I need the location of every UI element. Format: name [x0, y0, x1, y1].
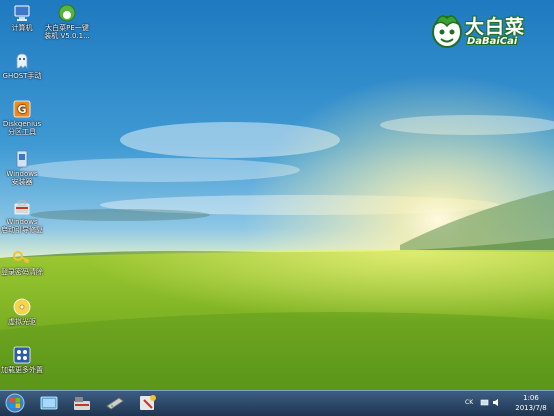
windows-installer-icon: [16, 150, 28, 168]
ghost-icon: [16, 53, 28, 69]
cd-icon: [13, 298, 31, 316]
taskbar-drive-icon[interactable]: [104, 393, 126, 413]
brand-name: 大白菜: [465, 16, 526, 38]
computer-icon: [14, 5, 30, 21]
desktop-wallpaper: [0, 0, 554, 415]
desktop-icon-load-more-tools[interactable]: 加载更多外置: [0, 346, 44, 374]
clock-time: 1:06: [523, 394, 539, 402]
taskbar-tools-icon[interactable]: [137, 393, 159, 413]
cabbage-icon: [58, 4, 76, 22]
desktop-icon-password-clear[interactable]: 登录密码清除: [0, 248, 44, 276]
desktop-icon-label: Diskgenius 分区工具: [2, 120, 42, 136]
desktop-icon-label: 大白菜PE一键 装机 V5.0.1...: [44, 24, 90, 40]
desktop-icon-diskgenius[interactable]: G Diskgenius 分区工具: [0, 100, 44, 136]
toolbox-icon: [14, 200, 30, 215]
clock-date: 2013/7/8: [515, 404, 547, 412]
desktop-icon-label: 虚拟光驱: [8, 318, 36, 326]
desktop-icon-windows-installer[interactable]: Windows 安装器: [0, 150, 44, 186]
diskgenius-icon: G: [13, 100, 31, 118]
desktop-icon-dabaicai-pe-onekey[interactable]: 大白菜PE一键 装机 V5.0.1...: [42, 4, 92, 40]
desktop-icon-label: GHOST手动: [2, 72, 42, 80]
taskbar-explorer-icon[interactable]: [38, 393, 60, 413]
svg-text:G: G: [17, 103, 26, 116]
desktop-icon-label: Windows 启动引导修复: [1, 218, 43, 234]
desktop-icon-computer[interactable]: 计算机: [0, 4, 44, 32]
tray-volume-icon[interactable]: [492, 398, 501, 407]
desktop-icon-label: 计算机: [11, 24, 33, 32]
dabaicai-logo: 大白菜 DaBaiCai: [430, 10, 548, 52]
start-button[interactable]: [4, 393, 26, 413]
tray-network-icon[interactable]: [480, 398, 489, 407]
taskbar: CK 1:06 2013/7/8: [0, 390, 554, 416]
desktop-icon-label: 加载更多外置: [1, 366, 43, 374]
desktop-icon-virtual-cdrom[interactable]: 虚拟光驱: [0, 298, 44, 326]
cabbage-mascot-icon: [432, 15, 462, 48]
desktop-icon-label: 登录密码清除: [1, 268, 43, 276]
taskbar-toolbox-icon[interactable]: [71, 393, 93, 413]
taskbar-clock[interactable]: 1:06 2013/7/8: [514, 393, 548, 413]
tools-grid-icon: [13, 346, 31, 364]
brand-subtitle: DaBaiCai: [467, 36, 518, 47]
tray-language-indicator[interactable]: CK: [465, 399, 473, 406]
desktop-icon-label: Windows 安装器: [6, 170, 38, 186]
desktop-icon-ghost[interactable]: GHOST手动: [0, 52, 44, 80]
key-icon: [13, 251, 30, 264]
desktop-icon-windows-boot-repair[interactable]: Windows 启动引导修复: [0, 198, 44, 234]
